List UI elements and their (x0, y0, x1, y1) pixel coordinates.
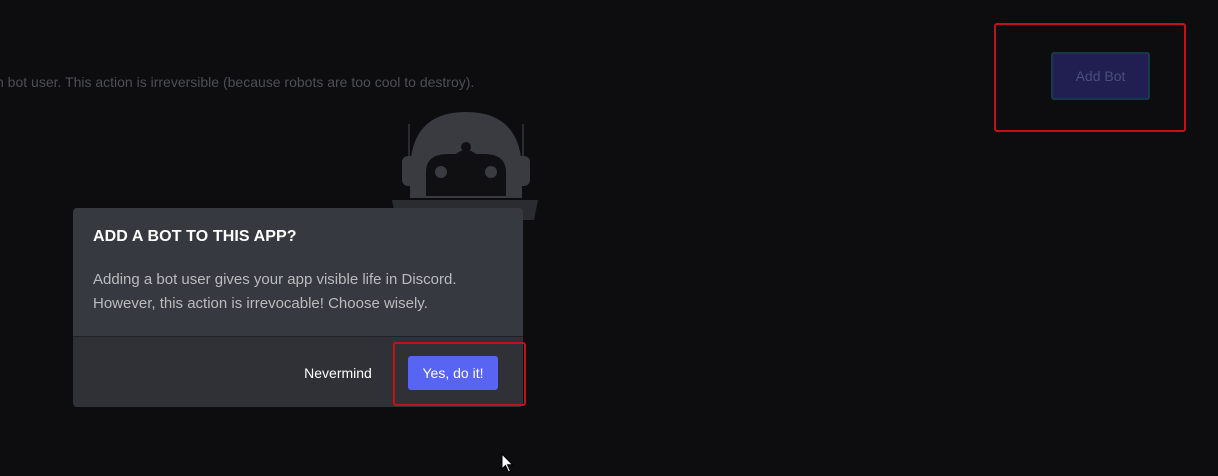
add-bot-modal: ADD A BOT TO THIS APP? Adding a bot user… (73, 208, 523, 407)
mouse-pointer-icon (501, 453, 514, 473)
add-bot-button[interactable]: Add Bot (1051, 52, 1150, 100)
modal-title: ADD A BOT TO THIS APP? (93, 228, 297, 245)
bot-section-description: n bot user. This action is irreversible … (0, 74, 475, 90)
modal-body-line-1: Adding a bot user gives your app visible… (93, 271, 457, 288)
modal-footer: Nevermind Yes, do it! (73, 336, 523, 407)
robot-illustration-icon (392, 112, 538, 220)
app-window: n bot user. This action is irreversible … (0, 0, 1218, 476)
nevermind-button[interactable]: Nevermind (295, 357, 381, 389)
confirm-add-bot-button[interactable]: Yes, do it! (408, 356, 498, 390)
modal-body: Adding a bot user gives your app visible… (93, 268, 493, 316)
modal-body-line-2: However, this action is irrevocable! Cho… (93, 295, 428, 312)
